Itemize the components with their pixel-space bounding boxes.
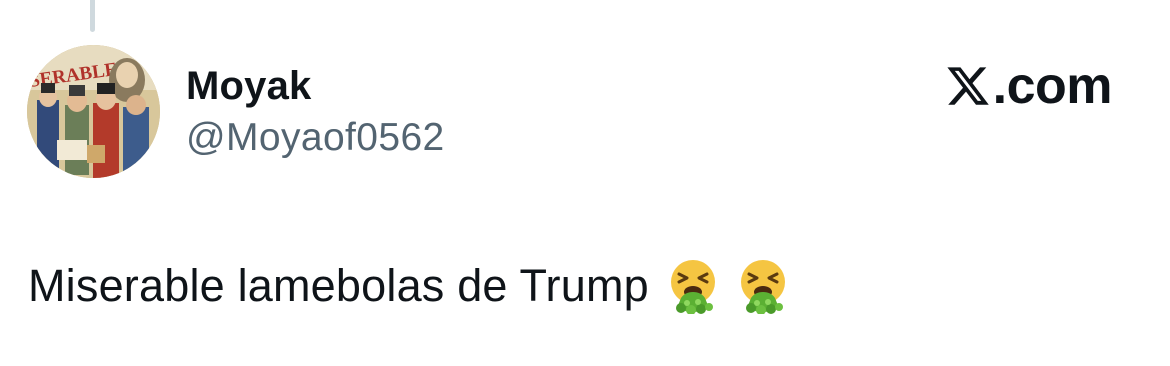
- tweet-text: Miserable lamebolas de Trump: [28, 260, 649, 311]
- user-handle[interactable]: @Moyaof0562: [186, 114, 445, 162]
- vomiting-face-emoji-icon: [735, 258, 791, 314]
- avatar-image: SERABLES: [27, 45, 160, 178]
- display-name[interactable]: Moyak: [186, 62, 445, 110]
- author-block[interactable]: Moyak @Moyaof0562: [186, 62, 445, 162]
- thread-connector-line: [90, 0, 95, 32]
- vomiting-face-emoji-icon: [665, 258, 721, 314]
- x-brand-watermark: .com: [945, 57, 1113, 115]
- brand-domain-text: .com: [992, 57, 1113, 115]
- avatar[interactable]: SERABLES: [27, 45, 160, 178]
- tweet-content: Miserable lamebolas de Trump: [28, 258, 791, 314]
- x-logo-icon: [947, 67, 989, 105]
